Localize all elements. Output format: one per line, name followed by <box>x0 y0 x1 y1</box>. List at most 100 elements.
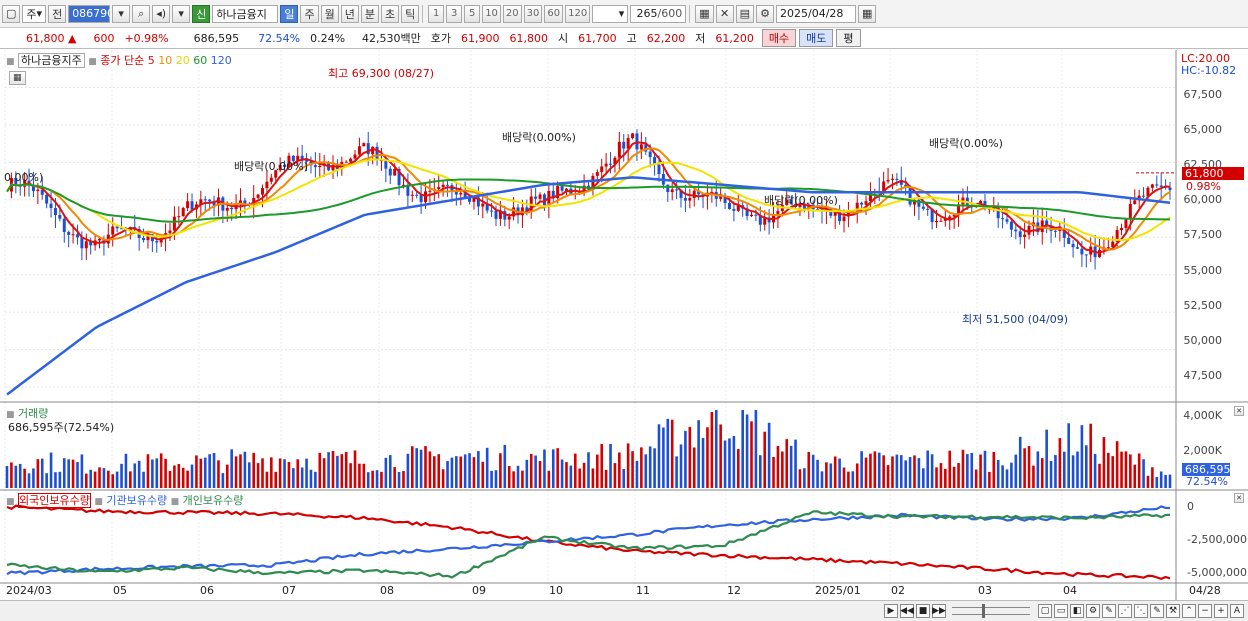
count-input[interactable]: 265/600 <box>630 4 687 23</box>
text-icon[interactable]: A <box>1230 604 1244 618</box>
prev-button[interactable]: 전 <box>48 4 67 23</box>
institution-holding-label[interactable]: 기관보유수량 <box>106 494 167 507</box>
interval-button[interactable]: 10 <box>482 4 501 23</box>
rewind-icon[interactable]: ◀◀ <box>900 604 914 618</box>
ask-price-2: 61,800 <box>509 31 549 45</box>
stock-label[interactable]: 하나금융지주 <box>18 53 85 68</box>
period-unit-select[interactable]: 주 ▾ <box>22 4 47 23</box>
volume-bar <box>1093 453 1097 488</box>
buy-button[interactable]: 매수 <box>761 29 797 47</box>
tab-period-month[interactable]: 월 <box>320 4 339 23</box>
chevron-icon[interactable]: ⌃ <box>1182 604 1196 618</box>
edit-icon[interactable]: ✎ <box>1150 604 1164 618</box>
volume-bar <box>516 465 520 488</box>
interval-button[interactable]: 20 <box>502 4 522 23</box>
interval-button[interactable]: 30 <box>523 4 543 23</box>
volume-bar <box>935 467 938 488</box>
split-icon[interactable]: ◧ <box>1070 604 1084 618</box>
calendar-icon[interactable]: ▦ <box>858 4 877 23</box>
tab-period-tick[interactable]: 틱 <box>401 4 420 23</box>
volume-bar <box>380 471 383 488</box>
window-icon[interactable]: ▭ <box>1054 604 1068 618</box>
foreign-holding-label[interactable]: 외국인보유수량 <box>18 493 91 508</box>
x-tick: 2024/03 <box>6 584 52 597</box>
candle-body <box>181 208 185 217</box>
ex-dividend-note: 배당락(0.00%) <box>929 137 1003 150</box>
save-icon[interactable]: ▤ <box>735 4 755 23</box>
candle-body <box>1142 195 1146 197</box>
play-icon[interactable]: ▶ <box>884 604 898 618</box>
zoom-out-icon[interactable]: − <box>1198 604 1212 618</box>
sell-button[interactable]: 매도 <box>799 29 834 47</box>
zoom-in-icon[interactable]: + <box>1214 604 1228 618</box>
candle-body <box>384 160 388 169</box>
tab-period-second[interactable]: 초 <box>380 4 400 23</box>
volume-bar <box>988 471 991 488</box>
volume-bar <box>270 457 273 488</box>
date-input[interactable]: 2025/04/28 <box>776 4 857 23</box>
volume-bar <box>807 452 811 488</box>
stock-code-input[interactable]: 086790 <box>68 4 114 23</box>
x-tick: 03 <box>978 584 992 597</box>
volume-bar <box>472 457 476 488</box>
pattern-icon[interactable]: ⋰ <box>1118 604 1132 618</box>
volume-bar <box>864 457 868 488</box>
candle-body <box>357 146 361 155</box>
tools-icon[interactable]: ⚒ <box>1166 604 1180 618</box>
ma-label[interactable]: 종가 단순 <box>100 54 144 67</box>
volume-bar <box>296 459 300 488</box>
grid-icon[interactable]: ▦ <box>695 4 714 23</box>
search-icon[interactable]: ⌕ <box>132 4 151 23</box>
volume-value: 686,595 <box>193 31 240 45</box>
candle-body <box>203 199 207 201</box>
chevron-down-icon[interactable]: ▾ <box>172 4 191 23</box>
candle-body <box>921 206 925 209</box>
x-tick: 02 <box>891 584 905 597</box>
close-icon[interactable]: ✕ <box>1234 493 1244 503</box>
volume-bar <box>525 459 529 488</box>
volume-bar <box>833 456 837 488</box>
stop-icon[interactable]: ■ <box>916 604 930 618</box>
gear-icon[interactable]: ⚙ <box>756 4 775 23</box>
volume-bar <box>327 452 330 488</box>
current-pct-badge: 0.98% <box>1186 180 1221 193</box>
candle-body <box>71 234 75 236</box>
pattern-icon[interactable]: ⋱ <box>1134 604 1148 618</box>
interval-button[interactable]: 3 <box>446 4 463 23</box>
candle-body <box>58 215 62 219</box>
volume-bar <box>944 468 947 488</box>
code-dropdown-icon[interactable]: ▾ <box>112 4 131 23</box>
individual-holding-label[interactable]: 개인보유수량 <box>183 494 244 507</box>
credit-badge[interactable]: 신 <box>192 4 211 23</box>
table-icon[interactable]: ▦ <box>9 71 26 85</box>
volume-bar <box>239 454 242 488</box>
candle-body <box>670 189 674 193</box>
settings-icon[interactable]: ⚙ <box>1086 604 1100 618</box>
scroll-slider[interactable] <box>952 604 1030 618</box>
tab-period-week[interactable]: 주 <box>300 4 319 23</box>
interval-button[interactable]: 1 <box>428 4 445 23</box>
tab-period-day[interactable]: 일 <box>280 4 299 23</box>
tab-period-minute[interactable]: 분 <box>360 4 379 23</box>
volume-bar <box>353 450 357 488</box>
candle-body <box>80 237 84 249</box>
close-icon[interactable]: ✕ <box>1234 406 1244 416</box>
candle-body <box>939 220 943 222</box>
speaker-icon[interactable]: ◂) <box>152 4 171 23</box>
candle-body <box>67 231 71 235</box>
draw-icon[interactable]: ✎ <box>1102 604 1116 618</box>
window-icon[interactable]: ▢ <box>2 4 21 23</box>
interval-button[interactable]: 120 <box>565 4 591 23</box>
interval-button[interactable]: 5 <box>464 4 481 23</box>
fast-forward-icon[interactable]: ▶▶ <box>932 604 946 618</box>
volume-bar <box>811 454 815 488</box>
zoom-icon[interactable]: ▢ <box>1038 604 1052 618</box>
interval-input[interactable]: ▾ <box>592 4 629 23</box>
volume-bar <box>402 470 405 488</box>
interval-button[interactable]: 60 <box>544 4 564 23</box>
candle-body <box>1084 254 1088 256</box>
avg-button[interactable]: 평 <box>836 29 861 47</box>
volume-bar <box>164 458 167 488</box>
crosshair-icon[interactable]: ✕ <box>715 4 734 23</box>
tab-period-year[interactable]: 년 <box>340 4 359 23</box>
